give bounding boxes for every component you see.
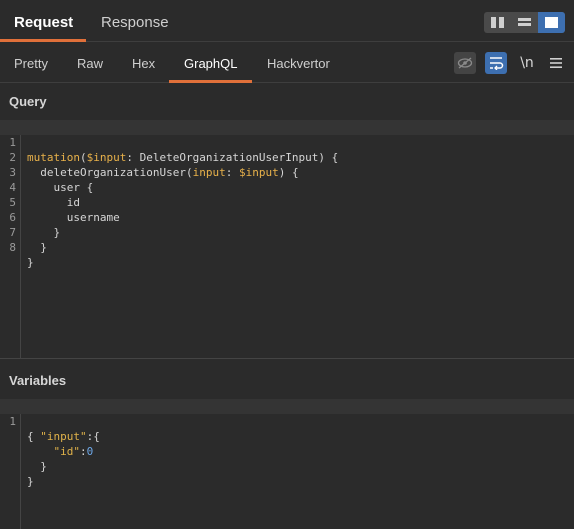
- code-line: "id":0: [53, 445, 94, 458]
- code-line: 4 id: [0, 165, 574, 209]
- code-line: }: [0, 444, 574, 473]
- rows-icon: [518, 18, 531, 26]
- tab-request[interactable]: Request: [14, 14, 73, 31]
- tab-pretty[interactable]: Pretty: [14, 56, 48, 71]
- code-text: }: [27, 256, 34, 269]
- message-tabs: Request Response: [0, 0, 574, 42]
- code-line: 1 mutation($input: DeleteOrganizationUse…: [0, 120, 574, 164]
- menu-button[interactable]: [545, 52, 567, 74]
- single-pane-button[interactable]: [538, 12, 565, 33]
- query-editor[interactable]: 1 mutation($input: DeleteOrganizationUse…: [0, 120, 574, 358]
- tab-hackvertor[interactable]: Hackvertor: [267, 56, 330, 71]
- section-divider[interactable]: [0, 358, 574, 359]
- code-line: 3 user {: [0, 150, 574, 194]
- eye-slash-icon: [457, 57, 473, 69]
- code-text: }: [40, 241, 47, 254]
- active-tab-indicator: [0, 39, 86, 42]
- code-line: 8 }: [0, 225, 574, 269]
- tab-graphql[interactable]: GraphQL: [184, 56, 237, 71]
- show-newlines-button[interactable]: \n: [516, 52, 538, 74]
- code-line: }: [0, 459, 574, 488]
- code-line: 1 {: [0, 399, 574, 443]
- code-line: 2 deleteOrganizationUser(input: $input) …: [0, 135, 574, 179]
- code-line: "input":{: [40, 430, 100, 443]
- word-wrap-button[interactable]: [485, 52, 507, 74]
- code-line: 7 }: [0, 210, 574, 254]
- code-text: }: [27, 475, 34, 488]
- layout-toggle: [484, 12, 565, 33]
- hide-nonprintable-button[interactable]: [454, 52, 476, 74]
- split-vertical-button[interactable]: [511, 12, 538, 33]
- variables-editor[interactable]: 1 { "input":{ "id":0 } }: [0, 399, 574, 529]
- tab-hex[interactable]: Hex: [132, 56, 155, 71]
- hamburger-icon: [550, 58, 562, 68]
- query-section-label: Query: [9, 94, 47, 109]
- tab-raw[interactable]: Raw: [77, 56, 103, 71]
- single-pane-icon: [545, 17, 558, 28]
- columns-icon: [491, 17, 504, 28]
- wrap-icon: [490, 57, 504, 70]
- line-number: 8: [9, 241, 16, 254]
- view-tabs: Pretty Raw Hex GraphQL Hackvertor \n: [0, 43, 574, 83]
- code-line: 5 username: [0, 180, 574, 224]
- split-horizontal-button[interactable]: [484, 12, 511, 33]
- code-line: 6 }: [0, 195, 574, 239]
- variables-section-label: Variables: [9, 373, 67, 388]
- tab-response[interactable]: Response: [101, 14, 169, 31]
- active-view-indicator: [169, 80, 252, 83]
